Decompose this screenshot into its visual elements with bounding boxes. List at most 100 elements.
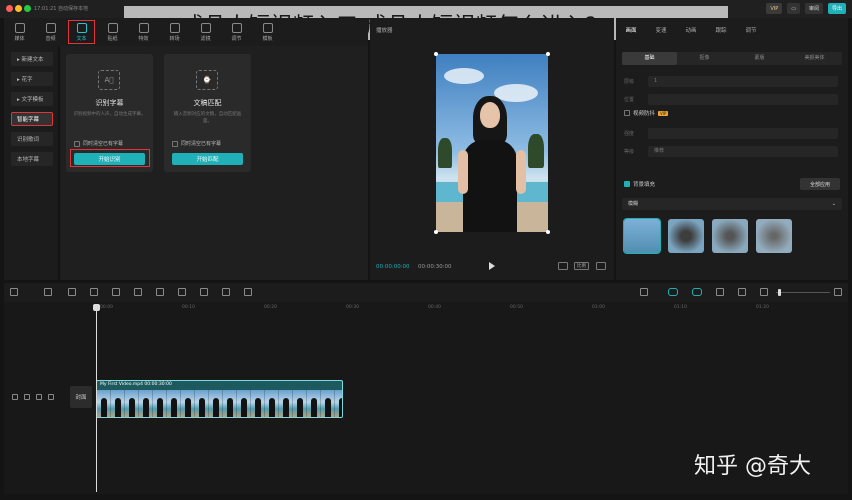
project-title: 17:01:21 自动保存本地 [34,6,89,12]
clip-frame [153,390,167,417]
reverse-icon[interactable] [156,288,164,296]
sidebar-item[interactable]: 识别歌词 [11,132,53,146]
track-visibility-icon[interactable] [36,394,42,400]
time-ruler[interactable]: 00:00 00:10 00:20 00:30 00:40 00:50 01:00 01:10… [96,302,848,316]
video-preview[interactable] [436,54,548,232]
track-hide-icon[interactable] [24,394,30,400]
track-mute-icon[interactable] [48,394,54,400]
sidebar-item[interactable]: ▸ 花字 [11,72,53,86]
sidebar-item[interactable]: 本地字幕 [11,152,53,166]
inspector-tab[interactable]: 变速 [646,24,676,38]
maximize-window-button[interactable] [24,5,31,12]
review-button[interactable]: 审阅 [804,3,823,14]
sidebar-item[interactable]: ▸ 文字模板 [11,92,53,106]
redo-icon[interactable] [68,288,76,296]
strength-label: 强度 [624,131,635,137]
layer-field[interactable]: 1 [648,76,838,87]
clip-frame [335,390,342,417]
zoom-slider-knob[interactable] [778,289,781,296]
blur-level-thumb[interactable] [756,219,792,253]
sidebar-item[interactable]: 智能字幕 [11,112,53,126]
position-field[interactable] [648,94,838,105]
background-fill-toggle[interactable]: 背景填充 [624,180,655,188]
playhead[interactable] [93,304,100,492]
chevron-down-icon: ⌄ [831,201,836,207]
tool-text[interactable]: 文本 [66,18,97,46]
adjust-icon [231,22,242,33]
fill-mode-select[interactable]: 模糊 ⌄ [622,198,842,210]
split-icon[interactable] [90,288,98,296]
link-main-track-icon[interactable] [668,288,678,296]
inspector-tab[interactable]: 动画 [676,24,706,38]
clear-subtitles-checkbox-2[interactable]: 同时清空已有字幕 [172,140,221,147]
auto-caption-title: 识别字幕 [95,99,124,107]
vip-button[interactable]: VIP [766,3,783,14]
sidebar-item[interactable]: ▸ 新建文本 [11,52,53,66]
freeze-icon[interactable] [134,288,142,296]
crop-icon[interactable] [222,288,230,296]
blur-level-thumb[interactable] [668,219,704,253]
inspector-subtab[interactable]: 蒙版 [732,52,787,65]
preview-axis-icon[interactable] [738,288,746,296]
tool-sticker[interactable]: 贴纸 [97,18,128,46]
tool-filter[interactable]: 滤镜 [190,18,221,46]
level-field[interactable]: 推荐 [648,146,838,157]
close-window-button[interactable] [6,5,13,12]
position-label: 位置 [624,97,635,103]
tool-label: 贴纸 [107,35,118,42]
inspector-tab[interactable]: 画面 [616,24,646,38]
linkage-icon[interactable] [716,288,724,296]
inspector-subtab[interactable]: 抠像 [677,52,732,65]
ruler-tick: 01:00 [592,305,605,310]
minimize-window-button[interactable] [15,5,22,12]
blur-level-thumb[interactable] [623,218,661,254]
zoom-out-icon[interactable] [760,288,768,296]
strength-field[interactable] [648,128,838,139]
resize-handle[interactable] [434,230,438,234]
track-lock-icon[interactable] [12,394,18,400]
inspector-subtab[interactable]: 基础 [622,52,677,65]
mirror-icon[interactable] [178,288,186,296]
tool-media[interactable]: 媒体 [4,18,35,46]
ratio-button[interactable]: 比例 [574,262,589,270]
ruler-tick: 00:10 [182,305,195,310]
tool-template[interactable]: 模板 [252,18,283,46]
resize-handle[interactable] [546,230,550,234]
resize-handle[interactable] [546,52,550,56]
tool-audio[interactable]: 音频 [35,18,66,46]
magnet-snap-icon[interactable] [692,288,702,296]
fullscreen-crop-icon[interactable] [558,262,568,270]
blur-level-thumb[interactable] [712,219,748,253]
microphone-icon[interactable] [640,288,648,296]
resize-handle[interactable] [434,52,438,56]
inspector-tab[interactable]: 跟踪 [706,24,736,38]
delete-icon[interactable] [112,288,120,296]
video-stabilize-toggle[interactable]: 视频防抖 VIP [624,109,669,117]
inspector-subtab[interactable]: 美颜美体 [787,52,842,65]
rotate-icon[interactable] [200,288,208,296]
undo-icon[interactable] [44,288,52,296]
select-cursor-icon[interactable] [10,288,18,296]
script-match-card: ⌚ 文稿匹配 输入音频对应的文稿，自动匹配画面。 同时清空已有字幕 开始匹配 [164,54,251,172]
clear-subtitles-checkbox[interactable]: 同时清空已有字幕 [74,140,123,147]
ruler-tick: 00:40 [428,305,441,310]
cover-button[interactable]: 封面 [70,386,92,408]
tool-effects[interactable]: 特效 [128,18,159,46]
start-match-button[interactable]: 开始匹配 [172,153,243,165]
zoom-in-icon[interactable] [834,288,842,296]
zoom-slider[interactable] [776,292,830,293]
tool-adjust[interactable]: 调节 [221,18,252,46]
export-button[interactable]: 导出 [827,3,846,14]
image-icon[interactable] [244,288,252,296]
inspector-tab[interactable]: 调节 [736,24,766,38]
effects-icon [138,22,149,33]
fullscreen-icon[interactable] [596,262,606,270]
clip-frame [307,390,321,417]
layout-icon[interactable]: ▭ [787,3,800,14]
apply-all-button[interactable]: 全部应用 [800,178,840,190]
play-icon[interactable] [489,262,495,270]
video-clip[interactable]: My First Video.mp4 00:00:30:00 [96,380,343,418]
clip-frame [251,390,265,417]
clip-frame [111,390,125,417]
tool-transition[interactable]: 转场 [159,18,190,46]
